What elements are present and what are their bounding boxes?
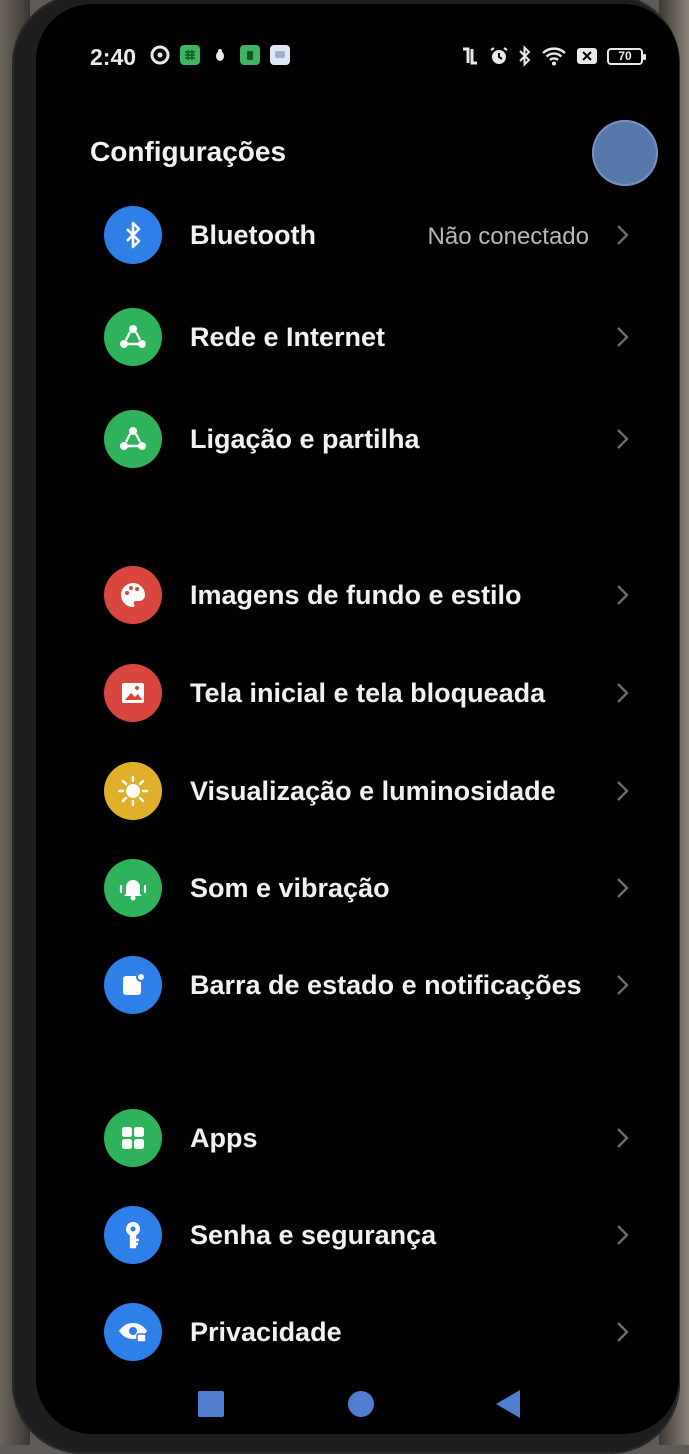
recent-apps-button[interactable] xyxy=(198,1391,224,1417)
settings-item-label: Barra de estado e notificações xyxy=(190,970,582,1000)
nfc-icon xyxy=(463,47,477,65)
bug-icon xyxy=(210,45,230,65)
key-icon xyxy=(104,1206,162,1264)
settings-item-wallpaper-style[interactable]: Imagens de fundo e estilo xyxy=(36,550,679,640)
chat-app-icon xyxy=(270,45,290,65)
wifi-icon xyxy=(542,47,566,66)
chevron-right-icon xyxy=(617,878,629,898)
settings-item-label: Ligação e partilha xyxy=(190,424,420,454)
status-time: 2:40 xyxy=(90,44,137,70)
settings-item-label: Bluetooth xyxy=(190,220,316,250)
settings-item-label: Visualização e luminosidade xyxy=(190,776,556,806)
notification-icon xyxy=(104,956,162,1014)
brightness-icon xyxy=(104,762,162,820)
settings-item-bluetooth[interactable]: Bluetooth Não conectado xyxy=(36,190,679,280)
chevron-right-icon xyxy=(617,683,629,703)
settings-item-display-brightness[interactable]: Visualização e luminosidade xyxy=(36,746,679,836)
network-icon xyxy=(104,308,162,366)
settings-item-label: Senha e segurança xyxy=(190,1220,437,1250)
chevron-right-icon xyxy=(617,975,629,995)
settings-item-privacy[interactable]: Privacidade xyxy=(36,1287,679,1377)
settings-item-statusbar-notifications[interactable]: Barra de estado e notificações xyxy=(36,940,679,1030)
bell-icon xyxy=(104,859,162,917)
settings-item-label: Apps xyxy=(190,1123,258,1153)
navigation-bar xyxy=(36,1374,679,1434)
chevron-right-icon xyxy=(617,1225,629,1245)
green-app-icon xyxy=(240,45,260,65)
sim-off-icon xyxy=(577,48,597,64)
page-title: Configurações xyxy=(90,136,287,167)
alarm-icon xyxy=(490,47,508,64)
chevron-right-icon xyxy=(617,781,629,801)
settings-item-apps[interactable]: Apps xyxy=(36,1093,679,1183)
chevron-right-icon xyxy=(617,1128,629,1148)
bluetooth-icon xyxy=(519,45,531,67)
system-icons: 70 xyxy=(460,45,646,67)
chevron-right-icon xyxy=(617,585,629,605)
settings-item-label: Tela inicial e tela bloqueada xyxy=(190,678,546,708)
settings-item-home-lock-screen[interactable]: Tela inicial e tela bloqueada xyxy=(36,648,679,738)
settings-item-label: Imagens de fundo e estilo xyxy=(190,580,522,610)
avatar[interactable] xyxy=(592,120,658,186)
settings-item-password-security[interactable]: Senha e segurança xyxy=(36,1190,679,1280)
privacy-eye-icon xyxy=(104,1303,162,1361)
status-bar: 2:40 70 xyxy=(36,4,679,104)
apps-grid-icon xyxy=(104,1109,162,1167)
home-button[interactable] xyxy=(348,1391,374,1417)
phone-frame: 2:40 70 Configurações Bluetooth Não cone… xyxy=(12,0,680,1454)
settings-item-value: Não conectado xyxy=(427,223,589,250)
settings-item-sound-vibration[interactable]: Som e vibração xyxy=(36,843,679,933)
settings-screen: 2:40 70 Configurações Bluetooth Não cone… xyxy=(36,4,679,1434)
chevron-right-icon xyxy=(617,1322,629,1342)
settings-item-label: Privacidade xyxy=(190,1317,342,1347)
settings-item-network[interactable]: Rede e Internet xyxy=(36,292,679,382)
notification-icons xyxy=(150,45,290,65)
calendar-app-icon xyxy=(180,45,200,65)
settings-item-connection-sharing[interactable]: Ligação e partilha xyxy=(36,394,679,484)
chevron-right-icon xyxy=(617,225,629,245)
back-button[interactable] xyxy=(496,1390,520,1418)
chevron-right-icon xyxy=(617,429,629,449)
image-icon xyxy=(104,664,162,722)
chevron-right-icon xyxy=(617,327,629,347)
gear-badge-icon xyxy=(150,45,170,65)
palette-icon xyxy=(104,566,162,624)
battery-indicator: 70 xyxy=(607,47,646,65)
settings-item-label: Rede e Internet xyxy=(190,322,386,352)
connection-sharing-icon xyxy=(104,410,162,468)
settings-item-label: Som e vibração xyxy=(190,873,390,903)
bluetooth-icon xyxy=(104,206,162,264)
